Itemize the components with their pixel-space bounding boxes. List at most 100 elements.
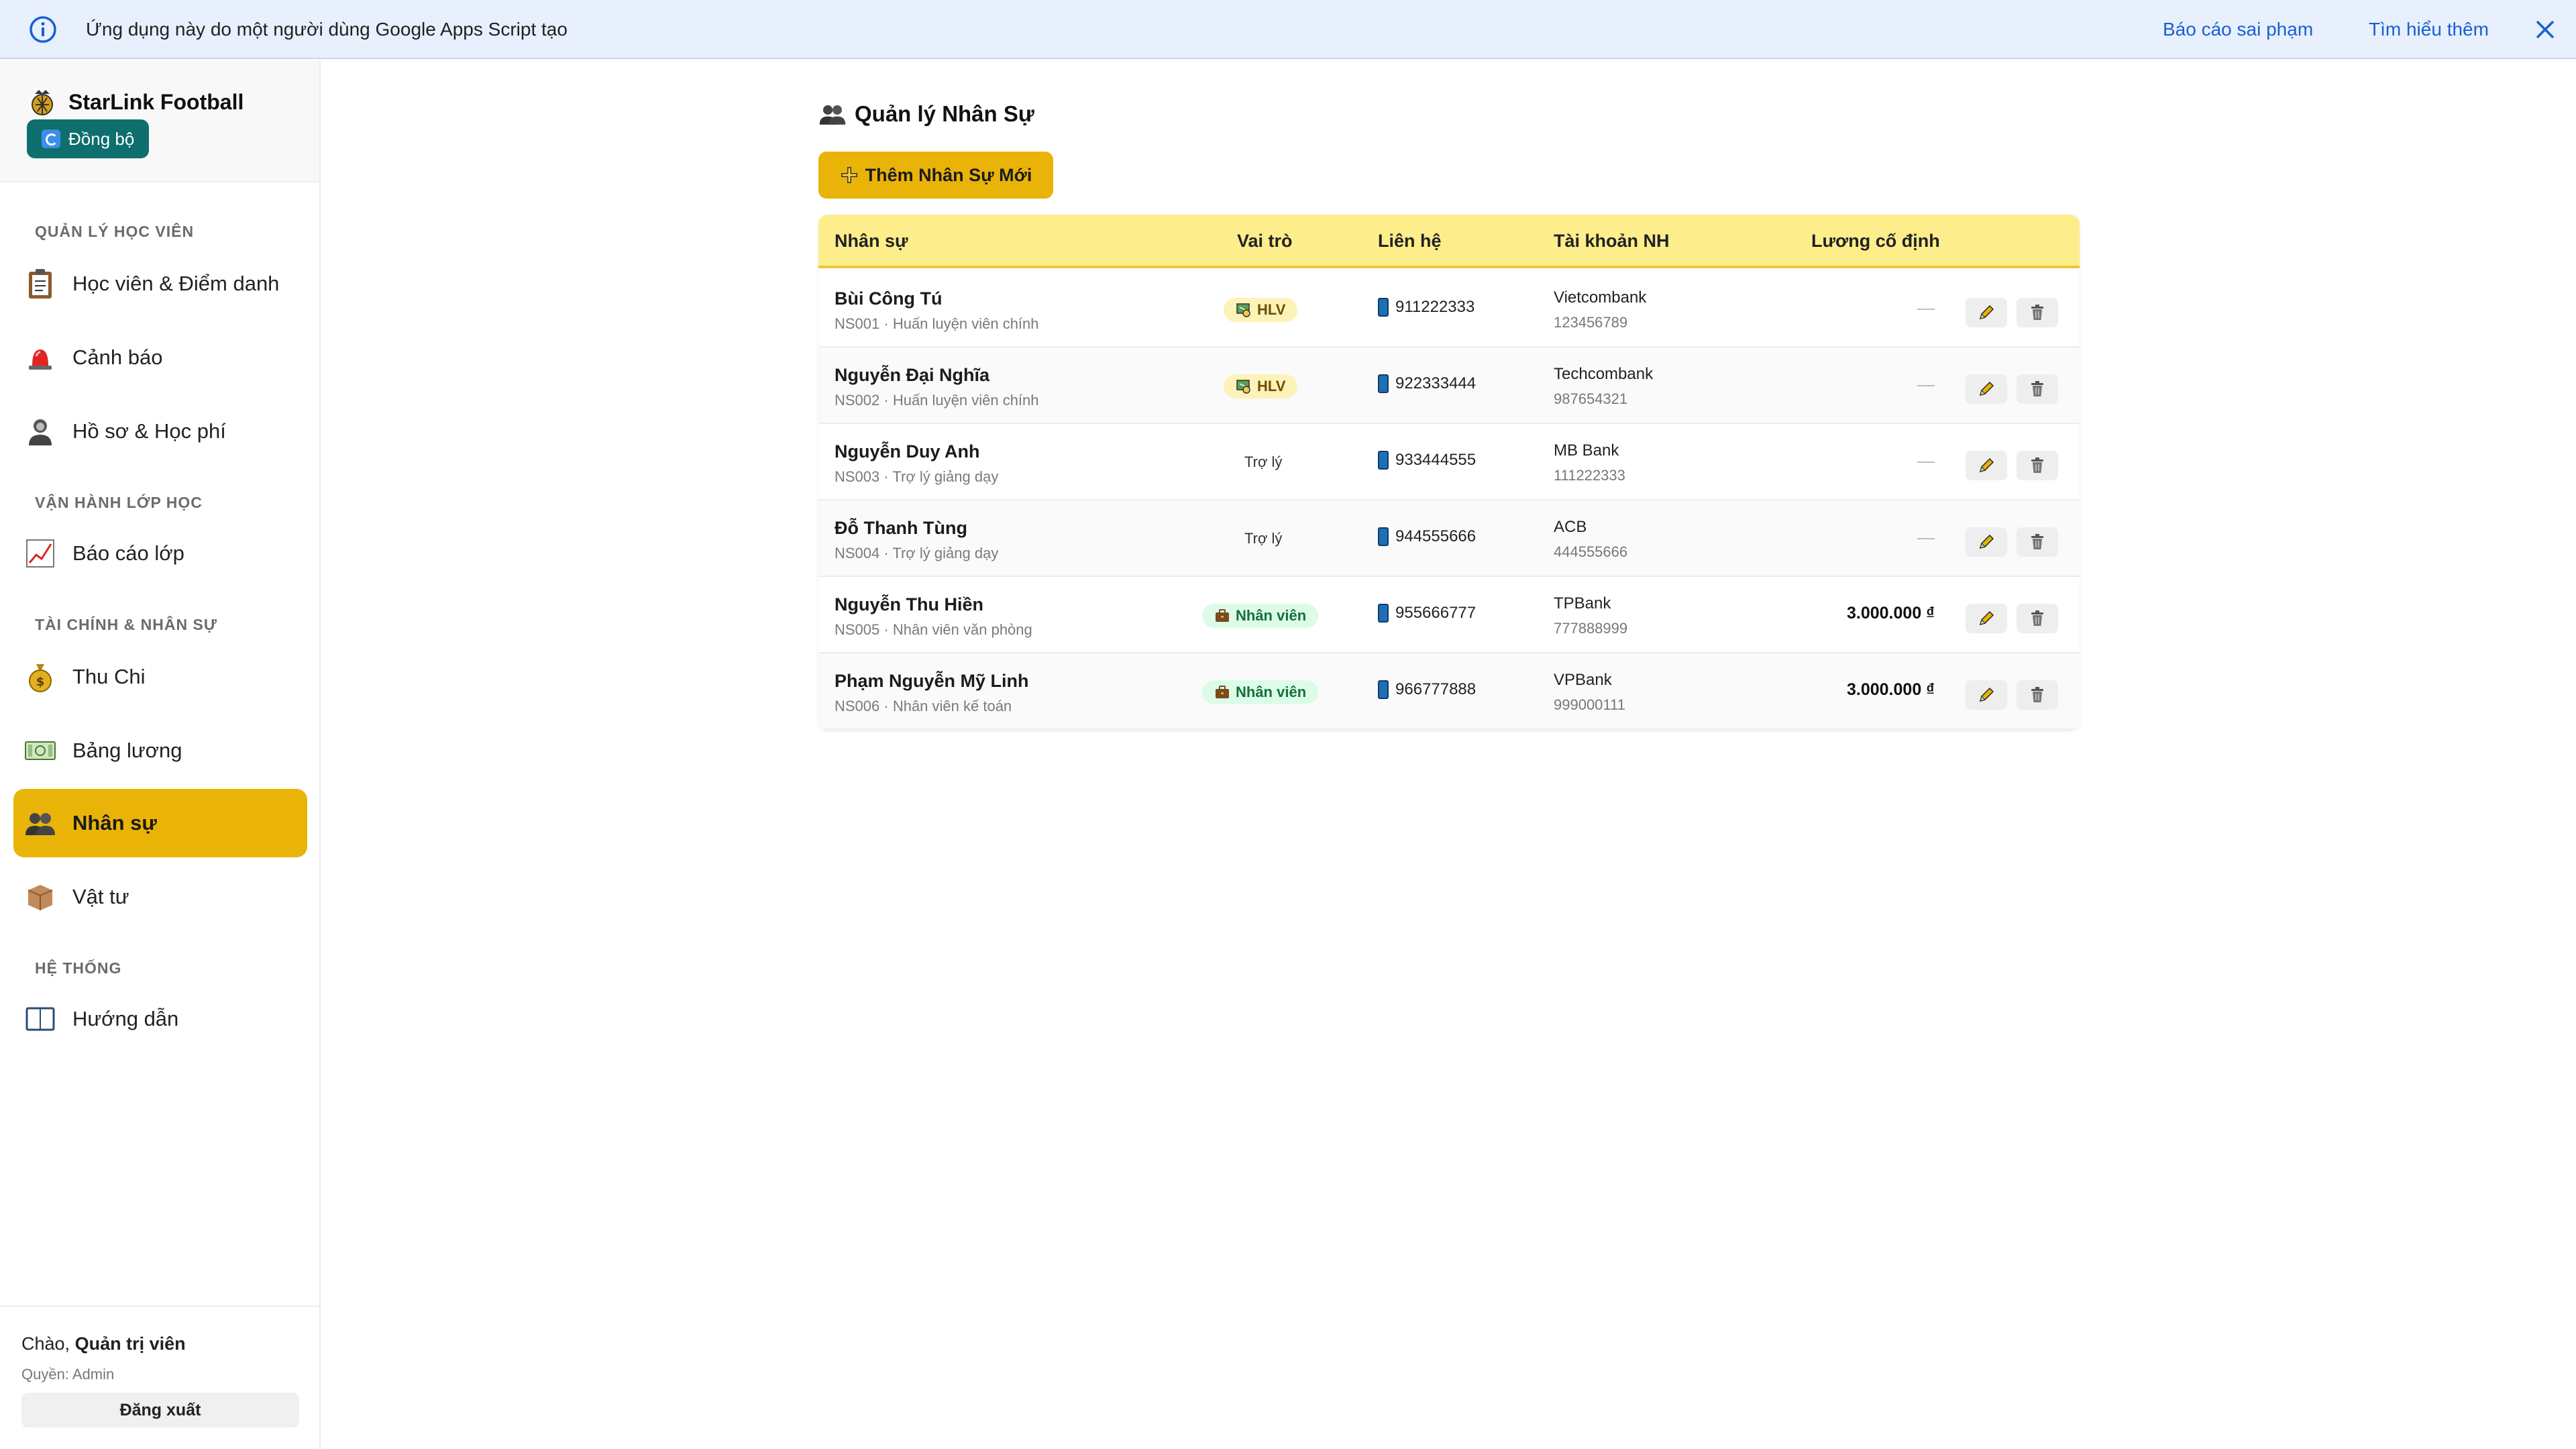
edit-button[interactable] <box>1966 527 2007 557</box>
box-icon <box>23 879 58 914</box>
bank-account-number: 987654321 <box>1554 390 1628 407</box>
sidebar-item-label: Học viên & Điểm danh <box>72 272 280 295</box>
header-staff: Nhân sự <box>835 231 908 251</box>
delete-button[interactable] <box>2017 451 2058 480</box>
delete-button[interactable] <box>2017 374 2058 404</box>
sidebar-item-income-expense[interactable]: $ Thu Chi <box>13 643 307 711</box>
phone-contact: 966777888 <box>1378 680 1476 699</box>
person-icon <box>23 414 58 449</box>
logout-button[interactable]: Đăng xuất <box>21 1393 299 1428</box>
staff-name: Nguyễn Duy Anh <box>835 441 980 462</box>
bank-name: Techcombank <box>1554 365 1654 383</box>
staff-id-title: NS003 · Trợ lý giảng dạy <box>835 468 999 485</box>
sync-button[interactable]: Đồng bộ <box>27 119 149 158</box>
bank-name: MB Bank <box>1554 441 1619 460</box>
bank-name: VPBank <box>1554 671 1612 689</box>
edit-button[interactable] <box>1966 298 2007 327</box>
delete-button[interactable] <box>2017 527 2058 557</box>
sidebar-item-staff[interactable]: Nhân sự <box>13 789 307 857</box>
sync-icon <box>42 129 60 148</box>
trash-icon <box>2031 610 2043 626</box>
user-role: Quyền: Admin <box>21 1366 115 1383</box>
sidebar-item-label: Thu Chi <box>72 665 146 688</box>
report-abuse-link[interactable]: Báo cáo sai phạm <box>2163 19 2313 40</box>
edit-button[interactable] <box>1966 451 2007 480</box>
page-title: Quản lý Nhân Sự <box>818 101 1034 127</box>
bank-name: Vietcombank <box>1554 288 1647 307</box>
football-logo-icon <box>32 90 53 115</box>
phone-contact: 922333444 <box>1378 374 1476 393</box>
staff-name: Phạm Nguyễn Mỹ Linh <box>835 671 1029 691</box>
role-text: Trợ lý <box>1244 530 1283 547</box>
trash-icon <box>2031 534 2043 549</box>
pencil-icon <box>1979 610 1994 626</box>
sidebar-item-label: Nhân sự <box>72 811 157 835</box>
close-icon[interactable] <box>2532 16 2559 43</box>
svg-text:$: $ <box>36 675 45 689</box>
bank-name: ACB <box>1554 518 1587 536</box>
bank-account-number: 444555666 <box>1554 543 1628 560</box>
staff-id-title: NS002 · Huấn luyện viên chính <box>835 392 1039 409</box>
phone-icon <box>1378 451 1389 470</box>
sidebar-item-label: Bảng lương <box>72 739 182 762</box>
table-row: Nguyễn Thu Hiền NS005 · Nhân viên văn phò… <box>818 577 2080 653</box>
sidebar-item-guide[interactable]: Hướng dẫn <box>13 985 307 1053</box>
sidebar-item-students-attendance[interactable]: Học viên & Điểm danh <box>13 250 307 318</box>
staff-id-title: NS004 · Trợ lý giảng dạy <box>835 545 999 561</box>
siren-icon <box>23 340 58 375</box>
edit-button[interactable] <box>1966 604 2007 633</box>
sidebar-item-alerts[interactable]: Cảnh báo <box>13 323 307 392</box>
phone-icon <box>1378 680 1389 699</box>
delete-button[interactable] <box>2017 298 2058 327</box>
delete-button[interactable] <box>2017 604 2058 633</box>
pencil-icon <box>1979 458 1994 473</box>
trash-icon <box>2031 458 2043 473</box>
sidebar-item-label: Vật tư <box>72 885 129 908</box>
brand-header: StarLink Football Đồng bộ <box>0 60 319 182</box>
add-staff-label: Thêm Nhân Sự Mới <box>865 164 1032 185</box>
add-staff-button[interactable]: Thêm Nhân Sự Mới <box>818 152 1053 199</box>
cash-icon <box>23 733 58 768</box>
banner-text: Ứng dụng này do một người dùng Google Ap… <box>86 19 568 40</box>
staff-table: Nhân sự Vai trò Liên hệ Tài khoản NH Lươ… <box>818 215 2080 730</box>
bank-account-number: 999000111 <box>1554 696 1625 713</box>
pencil-icon <box>1979 381 1994 396</box>
brand-name: StarLink Football <box>68 90 244 114</box>
trash-icon <box>2031 305 2043 320</box>
user-greeting: Chào, Quản trị viên <box>21 1334 186 1354</box>
learn-more-link[interactable]: Tìm hiểu thêm <box>2369 19 2489 40</box>
bank-account-number: 111222333 <box>1554 467 1625 484</box>
role-text: Trợ lý <box>1244 453 1283 470</box>
briefcase-icon <box>1216 686 1229 698</box>
delete-button[interactable] <box>2017 680 2058 710</box>
staff-name: Nguyễn Đại Nghĩa <box>835 365 990 385</box>
sidebar-item-supplies[interactable]: Vật tư <box>13 863 307 931</box>
user-panel: Chào, Quản trị viên Quyền: Admin Đăng xu… <box>0 1305 319 1449</box>
edit-button[interactable] <box>1966 374 2007 404</box>
section-title-operations: VẬN HÀNH LỚP HỌC <box>35 494 203 511</box>
staff-name: Nguyễn Thu Hiền <box>835 594 983 614</box>
bank-account-number: 777888999 <box>1554 620 1628 637</box>
edit-button[interactable] <box>1966 680 2007 710</box>
plus-icon <box>841 167 857 183</box>
sidebar-item-label: Hướng dẫn <box>72 1007 179 1030</box>
sidebar-item-profiles-fees[interactable]: Hồ sơ & Học phí <box>13 397 307 466</box>
coach-icon <box>1236 303 1250 317</box>
section-title-finance-hr: TÀI CHÍNH & NHÂN SỰ <box>35 616 217 633</box>
sidebar-item-label: Hồ sơ & Học phí <box>72 419 226 443</box>
salary-empty-dash <box>1917 385 1935 386</box>
phone-contact: 911222333 <box>1378 298 1474 317</box>
staff-name: Đỗ Thanh Tùng <box>835 518 967 538</box>
table-row: Phạm Nguyễn Mỹ Linh NS006 · Nhân viên kế … <box>818 653 2080 730</box>
sidebar-item-class-reports[interactable]: Báo cáo lớp <box>13 519 307 588</box>
sync-label: Đồng bộ <box>68 128 135 149</box>
money-bag-icon: $ <box>23 659 58 694</box>
role-badge: Nhân viên <box>1202 680 1319 704</box>
role-badge: Nhân viên <box>1202 604 1319 628</box>
staff-id-title: NS006 · Nhân viên kế toán <box>835 698 1012 714</box>
role-badge: HLV <box>1224 374 1298 398</box>
sidebar-item-payroll[interactable]: Bảng lương <box>13 716 307 785</box>
salary-empty-dash <box>1917 309 1935 310</box>
trash-icon <box>2031 687 2043 702</box>
bank-account-number: 123456789 <box>1554 314 1628 331</box>
